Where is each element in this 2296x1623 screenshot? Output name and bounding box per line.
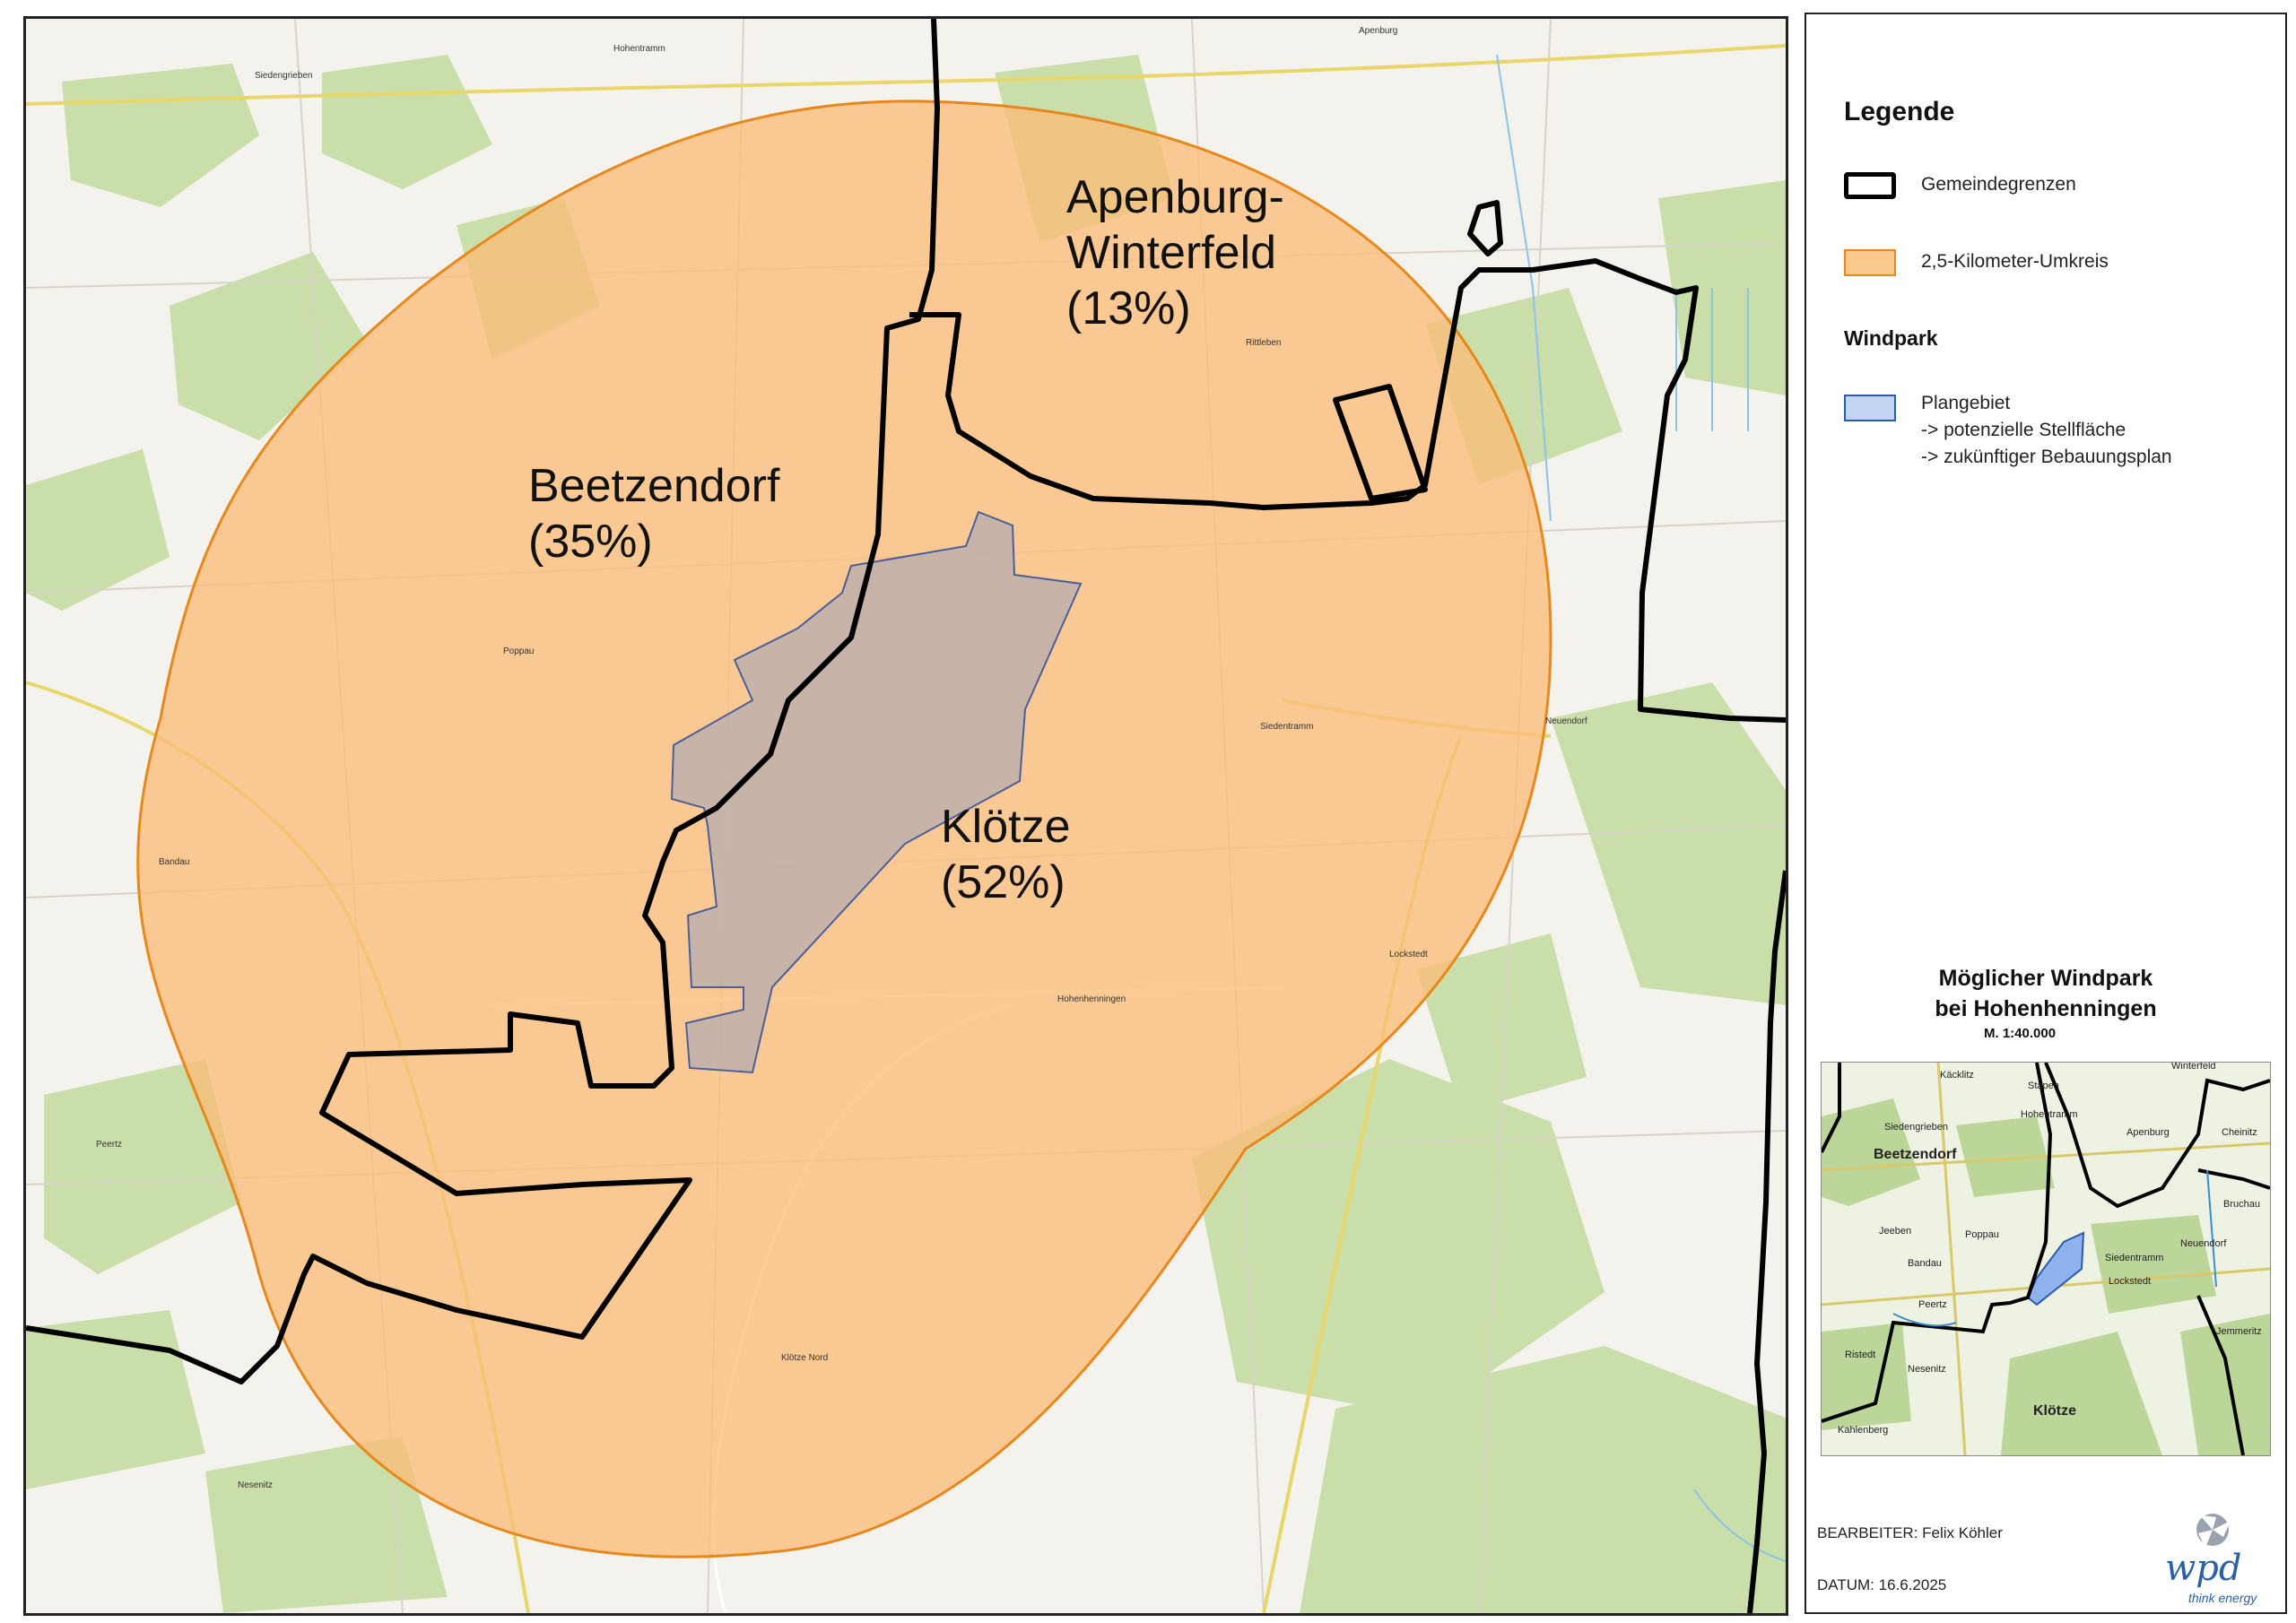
place-label: Apenburg <box>1359 26 1398 36</box>
logo-tagline: think energy <box>2188 1591 2257 1605</box>
overview-label: Bandau <box>1908 1258 1942 1269</box>
place-label: Lockstedt <box>1389 950 1428 959</box>
map-canvas <box>26 19 1786 1613</box>
overview-label: Klötze <box>2033 1403 2076 1419</box>
overview-label: Bruchau <box>2223 1199 2260 1210</box>
overview-label: Apenburg <box>2126 1127 2170 1138</box>
overview-label: Cheinitz <box>2222 1127 2257 1138</box>
map-title: Möglicher Windpark bei Hohenhenningen <box>1806 963 2285 1024</box>
overview-map[interactable]: Winterfeld Käcklitz Stapen Siedengrieben… <box>1821 1062 2271 1456</box>
plan-area-label: -> potenzielle Stellfläche <box>1921 420 2126 440</box>
place-label: Bandau <box>159 857 190 867</box>
plan-area-label: Plangebiet <box>1921 393 2011 413</box>
plan-area-label: -> zukünftiger Bebauungsplan <box>1921 447 2172 467</box>
place-label: Hohentramm <box>613 44 665 54</box>
date-label: DATUM: 16.6.2025 <box>1817 1576 1947 1593</box>
overview-label: Kahlenberg <box>1838 1425 1889 1436</box>
place-label: Siedentramm <box>1260 722 1314 732</box>
map-title-line: bei Hohenhenningen <box>1935 996 2157 1021</box>
area-label-beetzendorf: Beetzendorf (35%) <box>528 458 779 569</box>
area-share: (52%) <box>941 856 1065 908</box>
overview-label: Siedentramm <box>2105 1253 2164 1263</box>
overview-label: Jemmeritz <box>2216 1326 2262 1337</box>
place-label: Poppau <box>503 647 535 656</box>
overview-label: Beetzendorf <box>1874 1147 1957 1162</box>
area-label-apenburg-winterfeld: Apenburg- Winterfeld (13%) <box>1066 169 1284 336</box>
area-name: Klötze <box>941 801 1071 853</box>
overview-label: Jeeben <box>1879 1226 1912 1237</box>
place-label: Peertz <box>96 1140 122 1150</box>
area-label-kloetze: Klötze (52%) <box>941 799 1071 910</box>
area-name-cont: Winterfeld <box>1066 227 1277 279</box>
editor-label: BEARBEITER: Felix Köhler <box>1817 1524 2003 1541</box>
legend-item-label: 2,5-Kilometer-Umkreis <box>1921 251 2109 272</box>
place-label: Nesenitz <box>238 1480 273 1490</box>
overview-label: Käcklitz <box>1940 1070 1974 1081</box>
area-name: Apenburg- <box>1066 171 1284 223</box>
place-label: Hohenhenningen <box>1057 994 1126 1004</box>
overview-label: Stapen <box>2028 1081 2059 1091</box>
overview-label: Lockstedt <box>2109 1276 2152 1287</box>
scale-label: M. 1:40.000 <box>1984 1026 2057 1041</box>
overview-label: Winterfeld <box>2171 1062 2216 1072</box>
area-name: Beetzendorf <box>528 460 780 512</box>
circle-swatch <box>1844 249 1896 276</box>
main-map[interactable]: Apenburg- Winterfeld (13%) Beetzendorf (… <box>23 16 1788 1616</box>
boundary-swatch <box>1844 172 1896 199</box>
place-label: Klötze Nord <box>781 1353 829 1363</box>
area-share: (13%) <box>1066 282 1191 334</box>
place-label: Rittleben <box>1246 338 1282 348</box>
legend-item-label: Gemeindegrenzen <box>1921 174 2076 195</box>
plan-area-swatch <box>1844 395 1896 421</box>
place-label: Siedengrieben <box>255 71 313 81</box>
logo-text: wpd <box>2165 1548 2242 1589</box>
windpark-section-title: Windpark <box>1844 326 1938 350</box>
overview-label: Siedengrieben <box>1884 1122 1948 1133</box>
overview-label: Hohentramm <box>2021 1109 2078 1120</box>
area-share: (35%) <box>528 516 653 568</box>
overview-label: Peertz <box>1918 1299 1947 1310</box>
legend-title: Legende <box>1844 97 1955 126</box>
place-label: Neuendorf <box>1545 716 1587 726</box>
map-title-line: Möglicher Windpark <box>1938 966 2153 991</box>
overview-label: Ristedt <box>1845 1350 1876 1360</box>
overview-label: Neuendorf <box>2180 1238 2227 1249</box>
overview-label: Nesenitz <box>1908 1364 1946 1375</box>
legend-panel: Legende Gemeindegrenzen 2,5-Kilometer-Um… <box>1805 13 2287 1614</box>
overview-label: Poppau <box>1965 1229 1999 1240</box>
